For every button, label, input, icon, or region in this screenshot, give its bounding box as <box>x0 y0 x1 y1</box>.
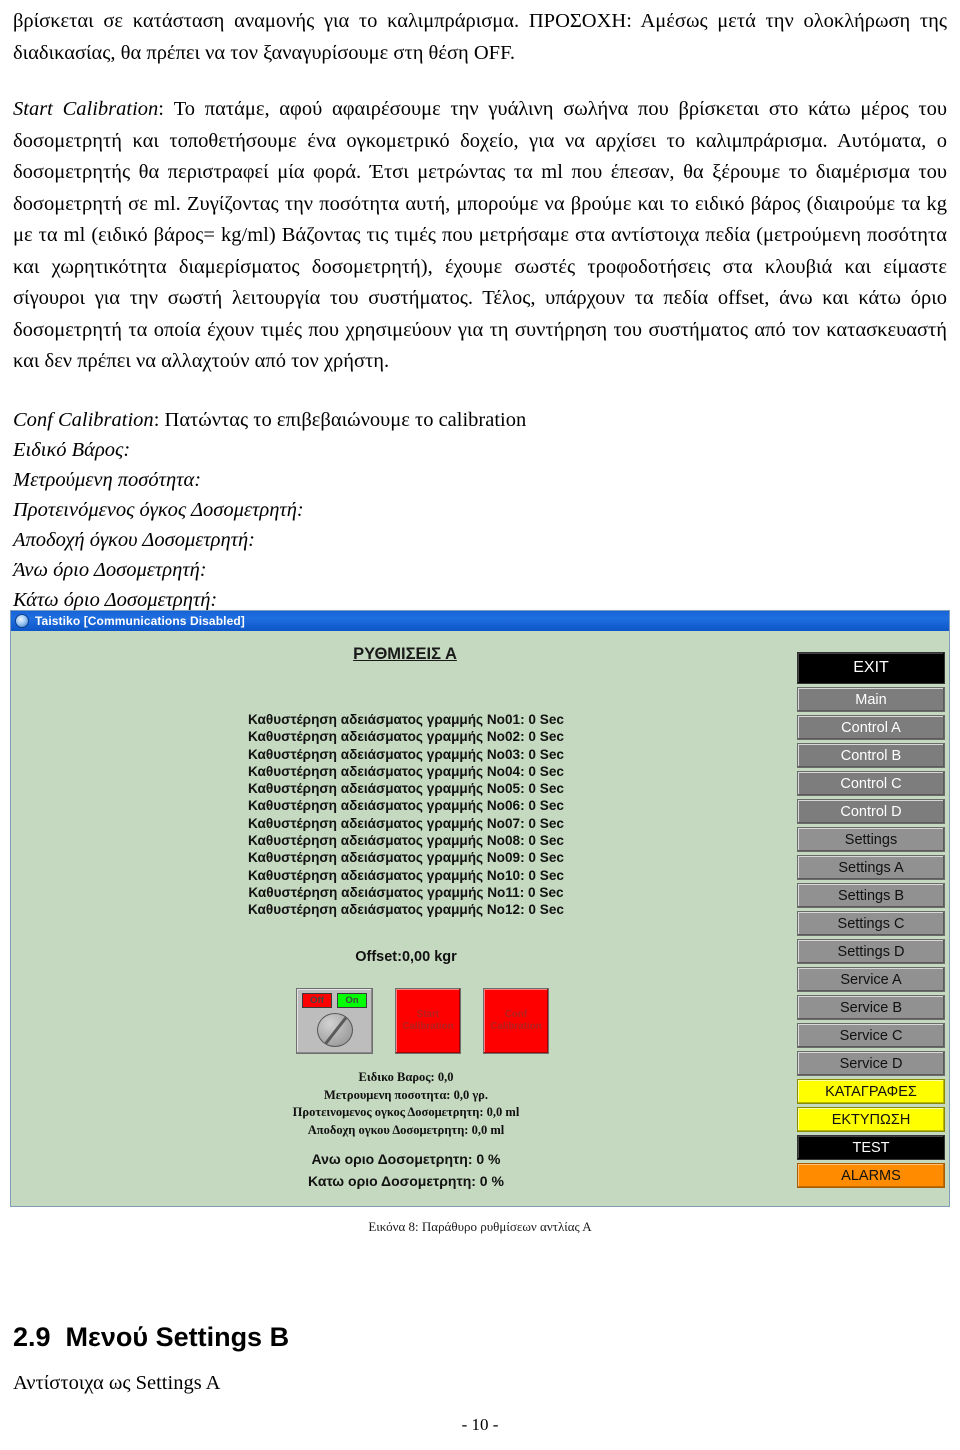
print-button[interactable]: ΕΚΤΥΠΩΣΗ <box>797 1107 945 1132</box>
conf-calibration-label-line2: Calibration <box>490 1021 542 1032</box>
conf-calibration-label-line1: Conf <box>504 1009 528 1020</box>
delay-list-item[interactable]: Καθυστέρηση αδειάσματος γραμμής No02: 0 … <box>11 728 801 745</box>
delay-list-item[interactable]: Καθυστέρηση αδειάσματος γραμμής No01: 0 … <box>11 711 801 728</box>
settings-d-button[interactable]: Settings D <box>797 939 945 964</box>
service-b-button[interactable]: Service B <box>797 995 945 1020</box>
suggested-volume-value[interactable]: Προτεινομενος ογκος Δοσομετρητη: 0,0 ml <box>11 1104 801 1122</box>
exit-button[interactable]: EXIT <box>797 652 945 684</box>
specific-weight-value[interactable]: Ειδικο Βαρος: 0,0 <box>11 1069 801 1087</box>
control-d-button[interactable]: Control D <box>797 799 945 824</box>
figure-caption: Εικόνα 8: Παράθυρο ρυθμίσεων αντλίας Α <box>368 1219 592 1234</box>
field-label-item: Μετρούμενη ποσότητα: <box>13 468 202 491</box>
delay-list-item[interactable]: Καθυστέρηση αδειάσματος γραμμής No11: 0 … <box>11 884 801 901</box>
conf-calibration-line: Conf Calibration: Πατώντας το επιβεβαιών… <box>13 405 947 435</box>
field-label-item: Ειδικό Βάρος: <box>13 438 131 461</box>
page-number: - 10 - <box>461 1415 499 1434</box>
start-calibration-term: Start Calibration <box>13 98 159 120</box>
dosing-limits: Ανω οριο Δοσομετρητη: 0 % Κατω οριο Δοσο… <box>11 1149 801 1192</box>
start-calibration-label-line1: Start <box>416 1009 440 1020</box>
paragraph-start-calibration-body: : Το πατάμε, αφού αφαιρέσουμε την γυάλιν… <box>13 98 947 372</box>
settings-a-button[interactable]: Settings A <box>797 855 945 880</box>
delay-list-item[interactable]: Καθυστέρηση αδειάσματος γραμμής No06: 0 … <box>11 797 801 814</box>
lower-limit-value[interactable]: Κατω οριο Δοσομετρητη: 0 % <box>11 1171 801 1193</box>
window-titlebar: Taistiko [Communications Disabled] <box>11 611 949 631</box>
accepted-volume-value[interactable]: Αποδοχη ογκου Δοσομετρητη: 0,0 ml <box>11 1122 801 1140</box>
section-subtext: Αντίστοιχα ως Settings A <box>13 1372 221 1394</box>
service-d-button[interactable]: Service D <box>797 1051 945 1076</box>
control-a-button[interactable]: Control A <box>797 715 945 740</box>
navigation-button-column: EXIT Main Control A Control B Control C … <box>797 652 945 1188</box>
conf-calibration-button[interactable]: Conf Calibration <box>483 988 549 1054</box>
delay-list-item[interactable]: Καθυστέρηση αδειάσματος γραμμής No05: 0 … <box>11 780 801 797</box>
document-text-block: βρίσκεται σε κατάσταση αναμονής για το κ… <box>13 0 947 615</box>
delay-list-item[interactable]: Καθυστέρηση αδειάσματος γραμμής No08: 0 … <box>11 832 801 849</box>
conf-calibration-description: : Πατώντας το επιβεβαιώνουμε το calibrat… <box>153 408 527 431</box>
application-icon <box>15 614 29 628</box>
offset-value[interactable]: Offset:0,00 kgr <box>11 949 801 965</box>
delay-settings-list: Καθυστέρηση αδειάσματος γραμμής No01: 0 … <box>11 711 801 919</box>
control-c-button[interactable]: Control C <box>797 771 945 796</box>
service-c-button[interactable]: Service C <box>797 1023 945 1048</box>
rotary-knob-icon[interactable] <box>317 1013 353 1047</box>
upper-limit-value[interactable]: Ανω οριο Δοσομετρητη: 0 % <box>11 1149 801 1171</box>
application-window-screenshot: Taistiko [Communications Disabled] ΡΥΘΜΙ… <box>10 610 950 1207</box>
paragraph-continued: βρίσκεται σε κατάσταση αναμονής για το κ… <box>13 10 947 64</box>
measured-quantity-value[interactable]: Μετρουμενη ποσοτητα: 0,0 γρ. <box>11 1087 801 1105</box>
section-heading: 2.9 Μενού Settings B <box>13 1322 290 1352</box>
calibration-controls: Off On Start Calibration Conf Calibratio… <box>296 988 549 1054</box>
delay-list-item[interactable]: Καθυστέρηση αδειάσματος γραμμής No10: 0 … <box>11 867 801 884</box>
switch-on-button[interactable]: On <box>337 993 367 1008</box>
start-calibration-label-line2: Calibration <box>402 1021 454 1032</box>
application-body: ΡΥΘΜΙΣΕΙΣ Α Καθυστέρηση αδειάσματος γραμ… <box>11 631 949 1206</box>
alarms-button[interactable]: ALARMS <box>797 1163 945 1188</box>
delay-list-item[interactable]: Καθυστέρηση αδειάσματος γραμμής No03: 0 … <box>11 746 801 763</box>
onoff-switch-panel[interactable]: Off On <box>296 988 373 1054</box>
delay-list-item[interactable]: Καθυστέρηση αδειάσματος γραμμής No12: 0 … <box>11 901 801 918</box>
start-calibration-button[interactable]: Start Calibration <box>395 988 461 1054</box>
field-label-item: Αποδοχή όγκου Δοσομετρητή: <box>13 528 255 551</box>
field-label-list: Conf Calibration: Πατώντας το επιβεβαιών… <box>13 405 947 615</box>
delay-list-item[interactable]: Καθυστέρηση αδειάσματος γραμμής No07: 0 … <box>11 815 801 832</box>
field-label-item: Προτεινόμενος όγκος Δοσομετρητή: <box>13 498 304 521</box>
test-button[interactable]: TEST <box>797 1135 945 1160</box>
control-b-button[interactable]: Control B <box>797 743 945 768</box>
delay-list-item[interactable]: Καθυστέρηση αδειάσματος γραμμής No04: 0 … <box>11 763 801 780</box>
switch-off-button[interactable]: Off <box>302 993 332 1008</box>
main-button[interactable]: Main <box>797 687 945 712</box>
records-button[interactable]: ΚΑΤΑΓΡΑΦΕΣ <box>797 1079 945 1104</box>
delay-list-item[interactable]: Καθυστέρηση αδειάσματος γραμμής No09: 0 … <box>11 849 801 866</box>
page-title-text: ΡΥΘΜΙΣΕΙΣ Α <box>353 645 457 663</box>
service-a-button[interactable]: Service A <box>797 967 945 992</box>
settings-c-button[interactable]: Settings C <box>797 911 945 936</box>
calibration-values: Ειδικο Βαρος: 0,0 Μετρουμενη ποσοτητα: 0… <box>11 1069 801 1139</box>
field-label-item: Άνω όριο Δοσομετρητή: <box>13 558 207 581</box>
settings-b-button[interactable]: Settings B <box>797 883 945 908</box>
paragraph-start-calibration: Start Calibration: Το πατάμε, αφού αφαιρ… <box>13 94 947 378</box>
conf-calibration-term: Conf Calibration <box>13 408 154 431</box>
settings-button[interactable]: Settings <box>797 827 945 852</box>
window-title: Taistiko [Communications Disabled] <box>35 614 245 628</box>
